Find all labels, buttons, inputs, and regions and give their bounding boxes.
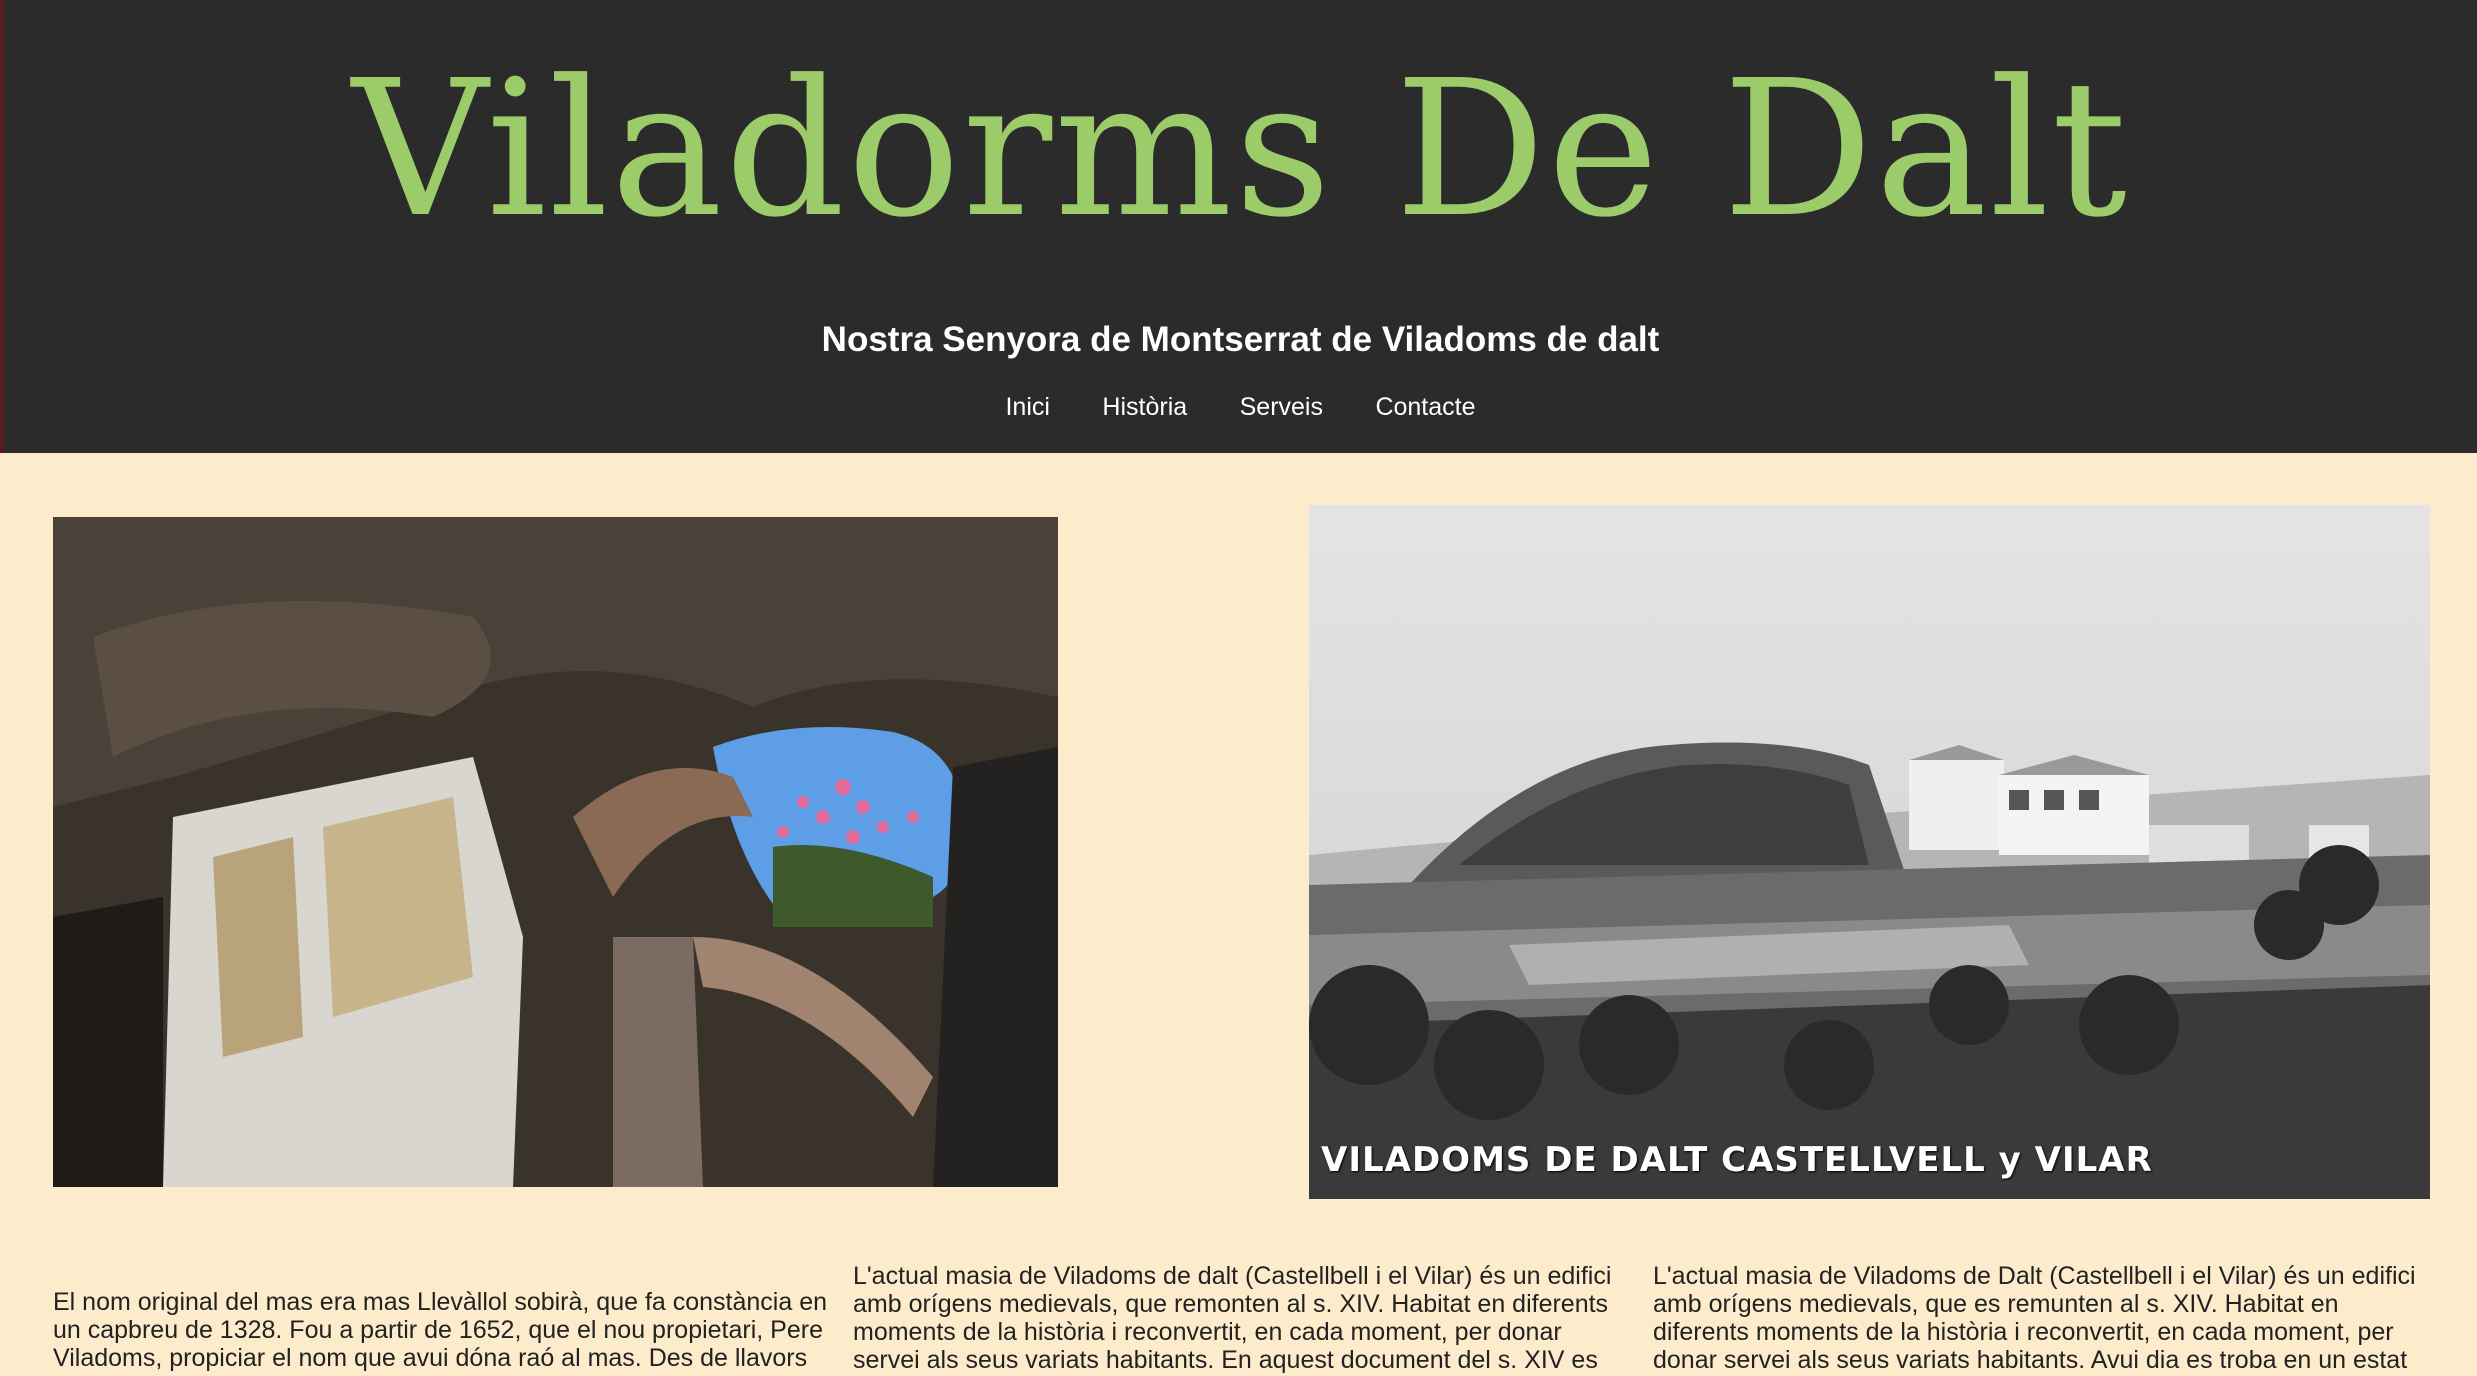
text-column-3: L'actual masia de Viladoms de Dalt (Cast… (1653, 1262, 2416, 1376)
site-logo[interactable]: Viladorms De Dalt (4, 40, 2477, 260)
nav-link-serveis[interactable]: Serveis (1240, 393, 1323, 422)
main-nav: Inici Història Serveis Contacte (4, 393, 2477, 422)
nav-link-historia[interactable]: Història (1102, 393, 1187, 422)
text-column-1: El nom original del mas era mas Llevàllo… (53, 1288, 828, 1372)
postcard-photo: VILADOMS DE DALT CASTELLVELL y VILAR (1309, 505, 2430, 1199)
ruins-photo (53, 517, 1058, 1187)
nav-link-contacte[interactable]: Contacte (1375, 393, 1475, 422)
site-header: Viladorms De Dalt Nostra Senyora de Mont… (4, 0, 2477, 453)
postcard-caption: VILADOMS DE DALT CASTELLVELL y VILAR (1321, 1140, 2153, 1180)
text-column-2: L'actual masia de Viladoms de dalt (Cast… (853, 1262, 1612, 1376)
nav-link-inici[interactable]: Inici (1005, 393, 1049, 422)
site-subtitle: Nostra Senyora de Montserrat de Viladoms… (821, 320, 1660, 359)
